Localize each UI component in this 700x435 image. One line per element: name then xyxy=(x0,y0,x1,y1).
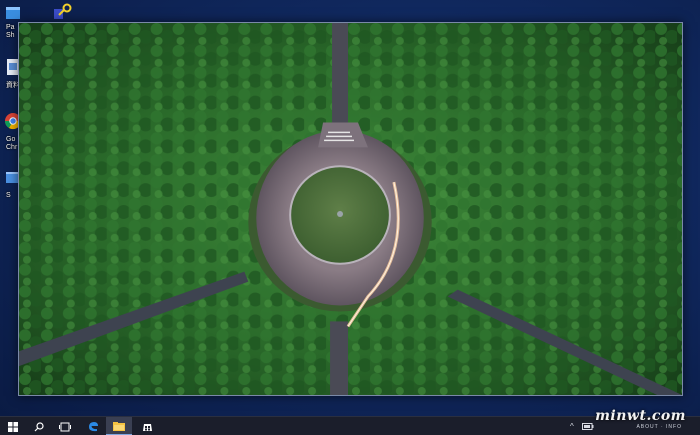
file-explorer-icon xyxy=(113,421,125,431)
start-button[interactable] xyxy=(0,417,26,435)
store-button[interactable] xyxy=(134,417,160,435)
task-view-button[interactable] xyxy=(52,417,78,435)
search-icon xyxy=(34,421,44,431)
task-view-icon xyxy=(59,422,71,431)
desktop-icon-key-app[interactable] xyxy=(50,2,84,22)
edge-browser-icon xyxy=(88,422,98,432)
key-app-icon xyxy=(54,3,72,19)
tray-icons[interactable] xyxy=(582,417,594,435)
file-explorer-button[interactable] xyxy=(106,417,132,435)
desktop-icon-label: Go Chr xyxy=(6,136,18,151)
watermark-subtext: ABOUT · INFO xyxy=(636,424,682,430)
windows-start-icon xyxy=(8,421,18,432)
search-button[interactable] xyxy=(26,417,52,435)
chevron-up-icon: ^ xyxy=(570,422,574,431)
desktop-icon-label: Pa Sh xyxy=(6,24,15,39)
photo-viewer-window[interactable] xyxy=(18,22,683,396)
tray-show-hidden-button[interactable]: ^ xyxy=(570,417,574,435)
edge-browser-button[interactable] xyxy=(80,417,106,435)
watermark-text: minwt.com xyxy=(595,408,686,424)
store-icon xyxy=(142,424,152,431)
battery-icon xyxy=(582,423,594,430)
aerial-roundabout-photo xyxy=(19,23,682,395)
desktop-icon-label: S xyxy=(6,192,11,199)
folder-shortcut-icon xyxy=(6,7,20,19)
